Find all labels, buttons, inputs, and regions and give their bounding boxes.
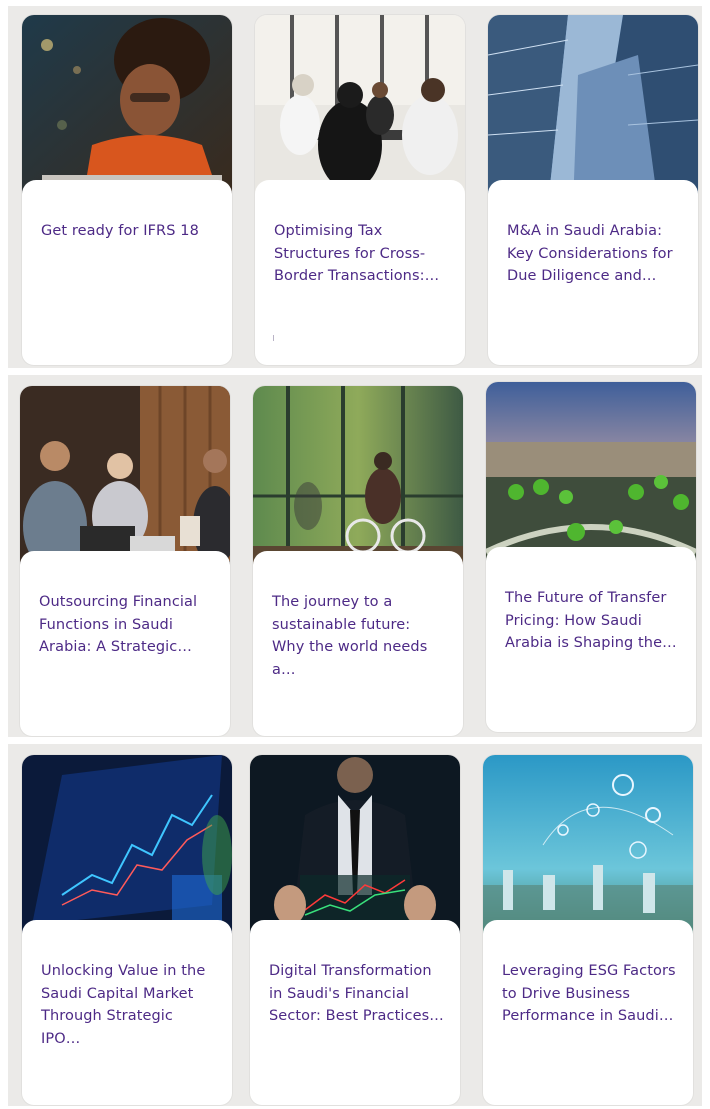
cyclist-photo [253, 386, 463, 576]
card-panel: Outsourcing Financial Functions in Saudi… [20, 551, 230, 736]
article-card-sustainable-future[interactable]: The journey to a sustainable future: Why… [253, 386, 463, 736]
article-card-mna[interactable]: M&A in Saudi Arabia: Key Considerations … [488, 15, 698, 365]
card-title[interactable]: Unlocking Value in the Saudi Capital Mar… [41, 960, 216, 1050]
businessman-hologram-photo [250, 755, 460, 945]
article-card-ifrs18[interactable]: Get ready for IFRS 18 [22, 15, 232, 365]
article-card-digital-transformation[interactable]: Digital Transformation in Saudi's Financ… [250, 755, 460, 1105]
card-title[interactable]: The Future of Transfer Pricing: How Saud… [505, 587, 680, 655]
article-card-ipo[interactable]: Unlocking Value in the Saudi Capital Mar… [22, 755, 232, 1105]
card-panel: The Future of Transfer Pricing: How Saud… [486, 547, 696, 732]
card-panel: Leveraging ESG Factors to Drive Business… [483, 920, 693, 1105]
card-title[interactable]: Leveraging ESG Factors to Drive Business… [502, 960, 677, 1028]
stock-chart-photo [22, 755, 232, 945]
business-meeting-photo [255, 15, 465, 205]
card-panel: Get ready for IFRS 18 [22, 180, 232, 365]
stray-mark [273, 335, 274, 341]
card-panel: M&A in Saudi Arabia: Key Considerations … [488, 180, 698, 365]
card-title[interactable]: Optimising Tax Structures for Cross-Bord… [274, 220, 449, 288]
card-title[interactable]: Get ready for IFRS 18 [41, 220, 216, 243]
woman-laptop-photo [22, 15, 232, 205]
card-title[interactable]: M&A in Saudi Arabia: Key Considerations … [507, 220, 682, 288]
article-card-esg[interactable]: Leveraging ESG Factors to Drive Business… [483, 755, 693, 1105]
city-aerial-photo [486, 382, 696, 572]
card-panel: The journey to a sustainable future: Why… [253, 551, 463, 736]
esg-city-photo [483, 755, 693, 945]
article-card-outsourcing[interactable]: Outsourcing Financial Functions in Saudi… [20, 386, 230, 736]
card-panel: Unlocking Value in the Saudi Capital Mar… [22, 920, 232, 1105]
card-title[interactable]: Outsourcing Financial Functions in Saudi… [39, 591, 214, 659]
card-title[interactable]: The journey to a sustainable future: Why… [272, 591, 447, 681]
card-title[interactable]: Digital Transformation in Saudi's Financ… [269, 960, 444, 1028]
article-card-tax-structures[interactable]: Optimising Tax Structures for Cross-Bord… [255, 15, 465, 365]
card-panel: Digital Transformation in Saudi's Financ… [250, 920, 460, 1105]
team-meeting-photo [20, 386, 230, 576]
skyscrapers-photo [488, 15, 698, 205]
card-panel: Optimising Tax Structures for Cross-Bord… [255, 180, 465, 365]
article-card-transfer-pricing[interactable]: The Future of Transfer Pricing: How Saud… [486, 382, 696, 732]
